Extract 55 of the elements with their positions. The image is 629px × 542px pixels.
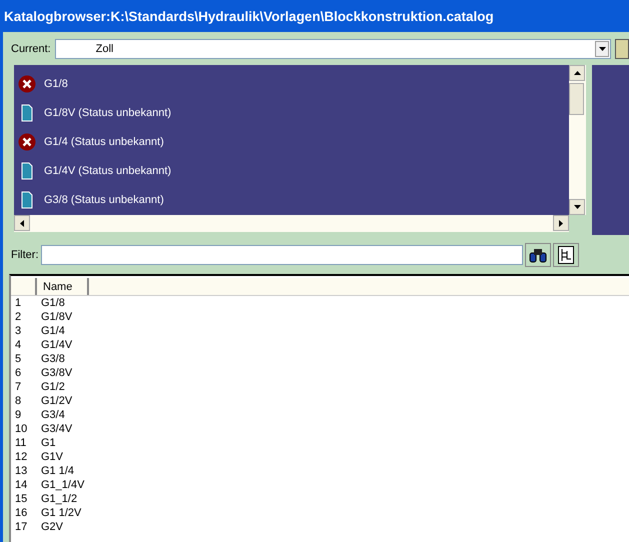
- column-header[interactable]: Name: [37, 278, 89, 295]
- table-cell-text: G1/8: [40, 297, 65, 309]
- table-cell-text: G1_1/2: [40, 493, 78, 505]
- table-cell-text: G1 1/2V: [40, 507, 82, 519]
- row-number: 4: [14, 339, 22, 351]
- table-cell-text: G1 1/4: [40, 465, 74, 477]
- table-cell-text: G1/2: [40, 381, 65, 393]
- error-icon: [18, 74, 36, 92]
- table-cell-text: G1/2V: [40, 395, 72, 407]
- vertical-scrollbar[interactable]: [569, 65, 586, 215]
- arrow-down-icon[interactable]: [574, 205, 580, 209]
- row-number: 16: [14, 507, 28, 519]
- table-cell-text: G3/8: [40, 353, 65, 365]
- row-number: 17: [14, 521, 28, 533]
- arrow-left-icon[interactable]: [20, 220, 24, 226]
- table-cell-text: G1: [40, 437, 56, 449]
- row-number: 2: [14, 311, 22, 323]
- table-cell-text: G3/4V: [40, 423, 72, 435]
- error-icon: [18, 132, 36, 150]
- binoculars-icon: [528, 247, 546, 263]
- table-cell-text: G1_1/4V: [40, 479, 84, 491]
- folder-up-button[interactable]: [615, 39, 629, 59]
- row-number: 15: [14, 493, 28, 505]
- filter-label: Filter:: [11, 249, 38, 261]
- row-number: 8: [14, 395, 22, 407]
- current-dropdown[interactable]: Zoll: [54, 39, 611, 59]
- table-cell-text: G1V: [40, 451, 64, 463]
- caret-icon: [598, 47, 606, 51]
- row-number: 10: [14, 423, 28, 435]
- tree-icon: [558, 246, 574, 264]
- tree-view-button[interactable]: [552, 243, 578, 267]
- row-number: 12: [14, 451, 28, 463]
- window-title: Katalogbrowser:K:\Standards\Hydraulik\Vorlagen\Blockkonstruktion.catalog: [0, 0, 629, 32]
- row-number: 11: [14, 437, 28, 449]
- arrow-up-icon[interactable]: [574, 71, 580, 75]
- table-cell-text: G3/4: [40, 409, 65, 421]
- row-number: 13: [14, 465, 28, 477]
- row-number: 9: [14, 409, 22, 421]
- table-cell-text: G3/8V: [40, 367, 72, 379]
- table-cell-text: G1/8V: [40, 311, 72, 323]
- horizontal-scrollbar[interactable]: [14, 215, 569, 232]
- row-number: 1: [14, 297, 22, 309]
- row-number: 6: [14, 367, 22, 379]
- row-number: 3: [14, 325, 22, 337]
- row-number: 5: [14, 353, 22, 365]
- filter-field[interactable]: [40, 245, 522, 265]
- arrow-right-icon[interactable]: [559, 220, 563, 226]
- table-cell-text: G2V: [40, 521, 64, 533]
- search-button[interactable]: [524, 243, 550, 267]
- row-number: 7: [14, 381, 22, 393]
- row-number: 14: [14, 479, 28, 491]
- table-cell-text: G1/4V: [40, 339, 72, 351]
- current-label: Current:: [11, 43, 51, 55]
- table-cell-text: G1/4: [40, 325, 65, 337]
- scroll-thumb[interactable]: [569, 83, 584, 115]
